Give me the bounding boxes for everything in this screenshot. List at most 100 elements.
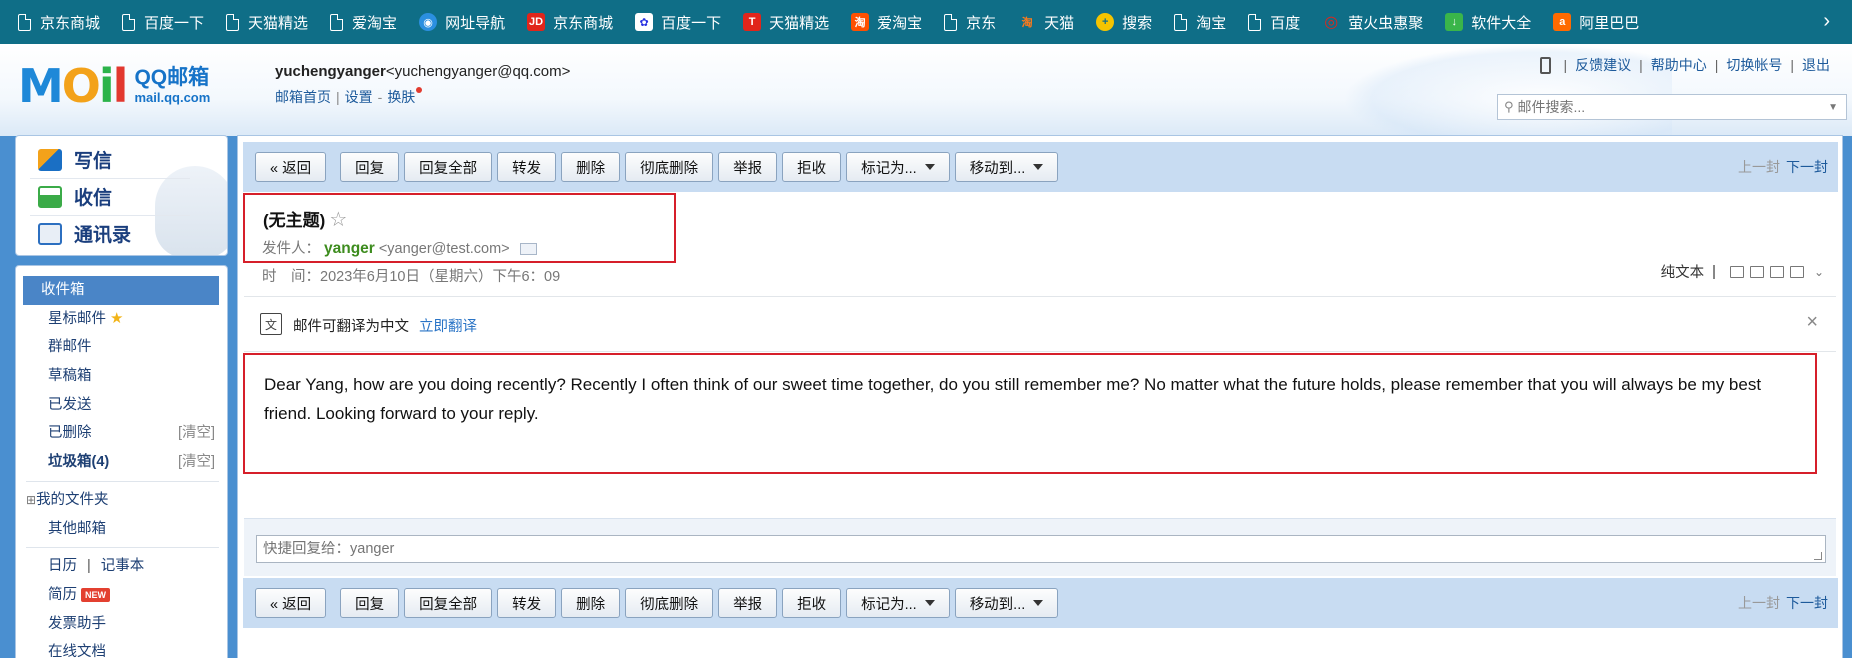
download-tray-icon xyxy=(38,185,62,208)
translate-now-link[interactable]: 立即翻译 xyxy=(419,319,477,335)
write-button[interactable]: 写信 xyxy=(38,146,112,173)
caret-down-icon xyxy=(924,600,935,606)
forward-button-bottom[interactable]: 转发 xyxy=(497,588,557,618)
logout-link[interactable]: 退出 xyxy=(1802,55,1830,75)
bookmark-baidu-3[interactable]: 百度 xyxy=(1248,12,1300,33)
tools-online-docs[interactable]: 在线文档 xyxy=(23,638,219,658)
reply-all-button[interactable]: 回复全部 xyxy=(404,152,493,182)
tools-resume[interactable]: 简历 NEW xyxy=(23,581,219,610)
delete-button-bottom[interactable]: 删除 xyxy=(561,588,621,618)
folder-sent[interactable]: 已发送 xyxy=(23,391,219,420)
bookmark-aitaobao[interactable]: 爱淘宝 xyxy=(330,12,397,33)
page-icon xyxy=(226,13,240,31)
folder-other-mailbox[interactable]: 其他邮箱 xyxy=(23,515,219,544)
clear-deleted-link[interactable]: [清空] xyxy=(178,419,215,448)
back-button-bottom[interactable]: « 返回 xyxy=(255,588,327,618)
receive-button[interactable]: 收信 xyxy=(38,183,112,210)
resize-grip-icon[interactable] xyxy=(1814,552,1822,560)
mark-as-dropdown-bottom[interactable]: 标记为... xyxy=(846,588,950,618)
switch-account-link[interactable]: 切换帐号 xyxy=(1726,55,1782,75)
next-mail-link[interactable]: 下一封 xyxy=(1786,595,1828,611)
contacts-button[interactable]: 通讯录 xyxy=(38,220,131,247)
mark-as-dropdown[interactable]: 标记为... xyxy=(846,152,950,182)
qq-mail-logo[interactable]: MOil QQ邮箱 mail.qq.com xyxy=(18,63,210,109)
help-link[interactable]: 帮助中心 xyxy=(1651,55,1707,75)
delete-permanently-button[interactable]: 彻底删除 xyxy=(625,152,714,182)
search-input[interactable] xyxy=(1517,99,1829,115)
close-icon[interactable]: × xyxy=(1806,311,1818,334)
clear-spam-link[interactable]: [清空] xyxy=(178,448,215,477)
bookmark-tmall-select-2[interactable]: T 天猫精选 xyxy=(743,12,829,33)
delete-permanently-button-bottom[interactable]: 彻底删除 xyxy=(625,588,714,618)
mailbox-home-link[interactable]: 邮箱首页 xyxy=(275,89,331,105)
star-outline-icon[interactable]: ☆ xyxy=(329,209,347,231)
folder-deleted[interactable]: 已删除 [清空] xyxy=(23,419,219,448)
bookmark-aitaobao-2[interactable]: 淘爱淘宝 xyxy=(851,12,922,33)
next-mail-link[interactable]: 下一封 xyxy=(1786,159,1828,175)
reject-button-bottom[interactable]: 拒收 xyxy=(782,588,842,618)
folder-inbox[interactable]: 收件箱 xyxy=(23,276,219,305)
user-email: <yuchengyanger@qq.com> xyxy=(385,63,571,80)
folder-label: 草稿箱 xyxy=(48,368,92,385)
mail-search[interactable]: ⚲ ▼ xyxy=(1497,94,1847,120)
move-to-dropdown-bottom[interactable]: 移动到... xyxy=(954,588,1059,618)
bookmark-nav-site[interactable]: ◉ 网址导航 xyxy=(419,12,505,33)
window-icon[interactable] xyxy=(1729,265,1744,278)
bookmark-jd-mall-2[interactable]: JD 京东商城 xyxy=(527,12,613,33)
calendar-link[interactable]: 日历 xyxy=(48,558,77,574)
bookmark-jd[interactable]: 京东 xyxy=(944,12,996,33)
dropdown-arrow-icon[interactable]: ▼ xyxy=(1828,102,1838,113)
bookmark-search[interactable]: + 搜索 xyxy=(1096,12,1152,33)
forward-button[interactable]: 转发 xyxy=(497,152,557,182)
folder-spam[interactable]: 垃圾箱(4) [清空] xyxy=(23,448,219,477)
back-button[interactable]: « 返回 xyxy=(255,152,327,182)
bookmark-tmall-select[interactable]: 天猫精选 xyxy=(226,12,308,33)
bookmark-firefly[interactable]: ◎ 萤火虫惠聚 xyxy=(1322,12,1423,33)
bookmark-software[interactable]: ↓ 软件大全 xyxy=(1445,12,1531,33)
reply-button[interactable]: 回复 xyxy=(340,152,400,182)
bookmark-jd-mall[interactable]: 京东商城 xyxy=(18,12,100,33)
expand-plus-icon[interactable]: ⊞ xyxy=(26,493,36,507)
report-button[interactable]: 举报 xyxy=(718,152,778,182)
bookmark-tmall[interactable]: 淘天猫 xyxy=(1018,12,1075,33)
bookmark-label: 淘宝 xyxy=(1196,14,1227,32)
mail-pager-bottom: 上一封 下一封 xyxy=(1738,593,1828,613)
prev-mail-link[interactable]: 上一封 xyxy=(1738,159,1780,175)
move-to-dropdown[interactable]: 移动到... xyxy=(954,152,1059,182)
tools-invoice[interactable]: 发票助手 xyxy=(23,610,219,639)
phone-icon[interactable] xyxy=(1540,56,1552,74)
folder-starred[interactable]: 星标邮件 ★ xyxy=(23,305,219,334)
folder-label: 星标邮件 xyxy=(48,310,106,327)
feedback-link[interactable]: 反馈建议 xyxy=(1575,55,1631,75)
folder-group[interactable]: 群邮件 xyxy=(23,333,219,362)
sender-name[interactable]: yanger xyxy=(324,240,375,257)
chevron-down-icon[interactable]: ⌄ xyxy=(1814,265,1824,279)
folder-label: 我的文件夹 xyxy=(36,491,109,508)
contact-card-icon[interactable] xyxy=(519,243,537,256)
reply-button-bottom[interactable]: 回复 xyxy=(340,588,400,618)
folder-my-folders[interactable]: ⊞我的文件夹 xyxy=(23,486,219,515)
search-icon: ⚲ xyxy=(1504,99,1514,114)
skin-link[interactable]: 换肤 xyxy=(387,89,415,105)
settings-link[interactable]: 设置 xyxy=(345,89,373,105)
bookmark-baidu[interactable]: 百度一下 xyxy=(122,12,204,33)
plain-text-link[interactable]: 纯文本 xyxy=(1661,261,1705,282)
bookmark-baidu-2[interactable]: ✿ 百度一下 xyxy=(635,12,721,33)
bookmark-label: 软件大全 xyxy=(1471,14,1532,32)
notes-link[interactable]: 记事本 xyxy=(101,558,145,574)
chevron-right-icon[interactable]: › xyxy=(1823,10,1830,33)
bookmark-alibaba[interactable]: a 阿里巴巴 xyxy=(1553,12,1639,33)
prev-mail-link[interactable]: 上一封 xyxy=(1738,595,1780,611)
print-icon[interactable] xyxy=(1789,265,1804,278)
reply-all-button-bottom[interactable]: 回复全部 xyxy=(404,588,493,618)
quick-reply-box[interactable] xyxy=(256,535,1826,563)
document-icon[interactable] xyxy=(1749,265,1764,278)
folder-drafts[interactable]: 草稿箱 xyxy=(23,362,219,391)
reject-button[interactable]: 拒收 xyxy=(782,152,842,182)
qq-penguin-watermark xyxy=(155,166,227,255)
bookmark-taobao[interactable]: 淘宝 xyxy=(1174,12,1226,33)
export-icon[interactable] xyxy=(1769,265,1784,278)
delete-button[interactable]: 删除 xyxy=(561,152,621,182)
quick-reply-input[interactable] xyxy=(263,541,1825,557)
report-button-bottom[interactable]: 举报 xyxy=(718,588,778,618)
